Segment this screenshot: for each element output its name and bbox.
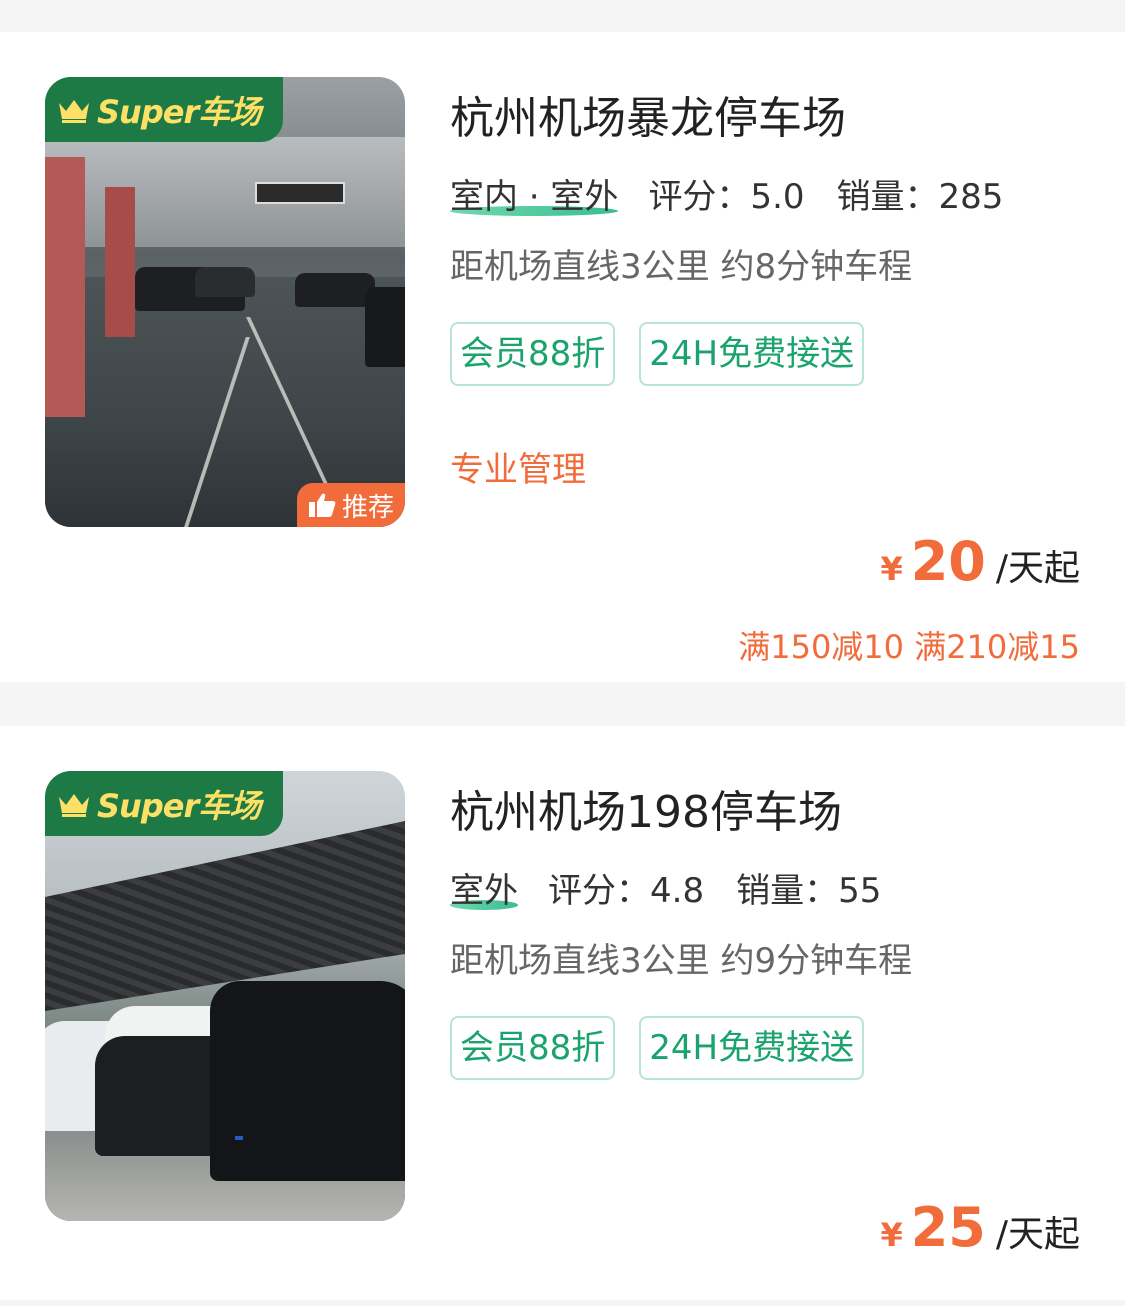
price: ¥ 25 /天起 [880,1196,1080,1259]
tag-free-shuttle: 24H免费接送 [639,1016,865,1080]
super-badge-label: Super车场 [97,92,261,131]
super-badge-label: Super车场 [97,786,261,825]
price-value: 20 [910,530,986,593]
crown-icon [59,793,89,817]
listing-info: 杭州机场198停车场 室外 评分：4.8 销量：55 距机场直线3公里 约9分钟… [450,771,1080,1080]
tag-member-discount: 会员88折 [450,322,616,386]
rating: 评分：5.0 [648,176,805,217]
currency-symbol: ¥ [880,550,903,588]
listing-meta: 室内 · 室外 评分：5.0 销量：285 [450,169,1080,217]
sales-count: 销量：285 [836,176,1004,217]
listing-title[interactable]: 杭州机场198停车场 [450,783,1080,843]
listing-meta: 室外 评分：4.8 销量：55 [450,863,1080,911]
top-spacer [0,0,1125,32]
tag-member-discount: 会员88折 [450,1016,616,1080]
discount-info: 满150减10 满210减15 [738,628,1080,666]
listing-title[interactable]: 杭州机场暴龙停车场 [450,89,1080,149]
price-unit: /天起 [995,548,1080,589]
benefit-tags: 会员88折 24H免费接送 [450,322,1080,386]
parking-type: 室内 · 室外 [450,176,619,217]
feature-label: 专业管理 [450,450,586,490]
price: ¥ 20 /天起 [880,530,1080,593]
garage-photo [45,77,405,527]
benefit-tags: 会员88折 24H免费接送 [450,1016,1080,1080]
parking-lot-photo[interactable]: Super车场 [45,771,405,1221]
parking-type: 室外 [450,870,518,911]
price-value: 25 [910,1196,986,1259]
rating: 评分：4.8 [548,870,705,911]
super-parking-badge: Super车场 [45,77,283,142]
parking-lot-photo[interactable]: Super车场 推荐 [45,77,405,527]
distance-info: 距机场直线3公里 约9分钟车程 [450,941,913,981]
bottom-spacer [0,1300,1125,1306]
card-separator [0,682,1125,726]
super-parking-badge: Super车场 [45,771,283,836]
outdoor-lot-photo [45,771,405,1221]
distance-info: 距机场直线3公里 约8分钟车程 [450,247,913,287]
sales-count: 销量：55 [736,870,882,911]
parking-lot-card[interactable]: Super车场 推荐 杭州机场暴龙停车场 室内 · 室外 评分：5.0 销量：2… [0,32,1125,682]
tag-free-shuttle: 24H免费接送 [639,322,865,386]
listing-info: 杭州机场暴龙停车场 室内 · 室外 评分：5.0 销量：285 距机场直线3公里… [450,77,1080,491]
crown-icon [59,99,89,123]
price-unit: /天起 [995,1214,1080,1255]
parking-lot-card[interactable]: Super车场 杭州机场198停车场 室外 评分：4.8 销量：55 距机场直线… [0,726,1125,1300]
thumbs-up-icon [308,493,336,517]
currency-symbol: ¥ [880,1216,903,1254]
recommend-label: 推荐 [341,492,394,523]
recommend-badge: 推荐 [297,483,405,527]
